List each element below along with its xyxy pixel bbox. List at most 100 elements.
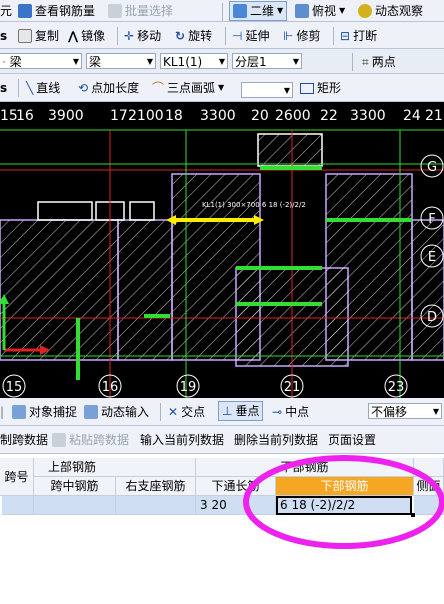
- rectangle-icon: [300, 82, 314, 94]
- row-mid-rebar-cell[interactable]: [34, 496, 116, 515]
- dimension-label: 3300: [200, 108, 236, 124]
- edit-left-edge: s: [0, 29, 8, 43]
- 2d-view-icon: [233, 4, 247, 18]
- top-toolbar: 元 查看钢筋量 批量选择 二维 ▼ 俯视 ▼ 动态观察: [0, 0, 444, 22]
- line-icon: ╲: [26, 81, 34, 95]
- beam-rebar-table: 跨号 上部钢筋 下部钢筋 跨中钢筋 右支座钢筋 下通长筋 下部钢筋 侧面 3 2…: [0, 454, 444, 604]
- column-header-right-support[interactable]: 右支座钢筋: [116, 477, 196, 496]
- axis-label-bottom: 21: [284, 380, 301, 395]
- member-selector-bar: · 梁 ▼ 梁 ▼ KL1(1) ▼ 分层1 ▼ ⌗ 两点: [0, 49, 444, 74]
- point-length-button[interactable]: ⟲ 点加长度: [78, 79, 139, 97]
- draw-left-edge: s: [0, 81, 8, 95]
- view-rebar-button[interactable]: 查看钢筋量: [18, 2, 95, 20]
- move-icon: ✛: [124, 29, 135, 43]
- line-button[interactable]: ╲ 直线: [26, 79, 60, 97]
- row-span-no-cell[interactable]: [0, 496, 34, 515]
- row-bottom-through-cell[interactable]: 3 20: [196, 496, 276, 515]
- mirror-button[interactable]: ⋀ 镜像: [68, 27, 105, 45]
- batch-select-icon: [108, 4, 122, 18]
- axis-label-bottom: 23: [388, 380, 405, 395]
- cad-drawing-canvas[interactable]: 15 16 3900 17 2100 18 3300 20 2600 22 33…: [0, 102, 444, 398]
- axis-label-right: E: [428, 250, 436, 265]
- batch-select-button[interactable]: 批量选择: [108, 2, 173, 20]
- column-header-bottom-rebar[interactable]: 下部钢筋: [276, 477, 414, 496]
- column-header-span-no[interactable]: 跨号: [0, 458, 34, 496]
- dimension-label: 2100: [128, 108, 164, 124]
- row-bottom-rebar-input[interactable]: 6 18 (-2)/2/2: [276, 496, 412, 515]
- copy-span-button[interactable]: 制跨数据: [0, 431, 48, 449]
- grid-toolbar: 制跨数据 粘贴跨数据 输入当前列数据 删除当前列数据 页面设置: [0, 426, 444, 454]
- cube-icon: [295, 4, 309, 18]
- perpendicular-snap[interactable]: ⊥ 垂点: [218, 401, 264, 421]
- draw-toolbar: s ╲ 直线 ⟲ 点加长度 ⌒ 三点画弧 ▼ ▼ 矩形: [0, 74, 444, 102]
- type-select[interactable]: 梁 ▼: [86, 53, 156, 69]
- page-setup-button[interactable]: 页面设置: [328, 431, 376, 449]
- snap-icon: [12, 405, 26, 419]
- beam-block: [117, 219, 173, 361]
- intersection-snap[interactable]: ✕ 交点: [168, 403, 205, 421]
- row-side-rebar-cell[interactable]: [414, 496, 444, 515]
- toolbar-separator: [222, 3, 223, 21]
- cad-drawing[interactable]: 15 16 3900 17 2100 18 3300 20 2600 22 33…: [0, 102, 444, 398]
- layer-select[interactable]: 分层1 ▼: [232, 53, 302, 69]
- mirror-icon: ⋀: [68, 29, 79, 43]
- rotate-button[interactable]: ↻ 旋转: [175, 27, 212, 45]
- input-column-button[interactable]: 输入当前列数据: [140, 431, 224, 449]
- dynamic-observe-button[interactable]: 动态观察: [358, 2, 423, 20]
- axis-label-top: 22: [320, 108, 338, 124]
- trim-button[interactable]: ⊩ 修剪: [283, 27, 320, 45]
- view-top-dropdown[interactable]: 俯视 ▼: [295, 2, 345, 20]
- column-group-side[interactable]: [414, 458, 444, 477]
- midpoint-snap[interactable]: ⊸ 中点: [272, 403, 309, 421]
- point-length-icon: ⟲: [78, 81, 89, 95]
- paste-span-button[interactable]: 粘贴跨数据: [52, 431, 129, 449]
- delete-column-button[interactable]: 删除当前列数据: [234, 431, 318, 449]
- dimension-label: 3300: [350, 108, 386, 124]
- column-group-bottom-rebar[interactable]: 下部钢筋: [196, 458, 414, 477]
- beam-block: [257, 133, 323, 167]
- snap-status-bar: | 对象捕捉 动态输入 ✕ 交点 ⊥ 垂点 ⊸ 中点 不偏移 ▼: [0, 398, 444, 426]
- rebar-view-icon: [18, 4, 32, 18]
- axis-label-bottom: 16: [102, 380, 119, 395]
- axis-label-top: 21: [425, 108, 443, 124]
- offset-select[interactable]: 不偏移 ▼: [368, 403, 442, 419]
- column-header-side-rebar[interactable]: 侧面: [414, 477, 444, 496]
- column-header-mid-rebar[interactable]: 跨中钢筋: [34, 477, 116, 496]
- axis-bubbles-bottom: [2, 374, 408, 398]
- member-select[interactable]: KL1(1) ▼: [160, 53, 228, 69]
- fill-handle[interactable]: [411, 513, 415, 517]
- row-indicator: [0, 496, 2, 515]
- column-group-top-rebar[interactable]: 上部钢筋: [34, 458, 196, 477]
- arc-icon: ⌒: [152, 81, 165, 95]
- two-point-button[interactable]: ⌗ 两点: [362, 53, 396, 71]
- dynamic-input-toggle[interactable]: 动态输入: [84, 403, 149, 421]
- extend-button[interactable]: ⊣ 延伸: [232, 27, 269, 45]
- dimension-label: 3900: [48, 108, 84, 124]
- toolbar-separator: [117, 27, 118, 45]
- beam-block: [411, 219, 444, 361]
- edit-toolbar: s 复制 ⋀ 镜像 ✛ 移动 ↻ 旋转 ⊣ 延伸 ⊩ 修剪 ⊟ 打断: [0, 22, 444, 49]
- rectangle-button[interactable]: 矩形: [300, 79, 341, 97]
- axis-label-bottom: 19: [180, 380, 197, 395]
- trim-icon: ⊩: [283, 29, 294, 43]
- axis-label-top: 16: [16, 108, 34, 124]
- orbit-icon: [358, 4, 372, 18]
- beam-annotation: KL1(1) 300×700 6 18 (-2)/2/2: [202, 201, 306, 209]
- category-select[interactable]: · 梁 ▼: [0, 53, 82, 69]
- toolbar-separator: [225, 27, 226, 45]
- dimension-labels: 15 16 3900 17 2100 18 3300 20 2600 22 33…: [0, 108, 443, 124]
- arc-option-select[interactable]: ▼: [241, 82, 293, 98]
- toolbar-item-yuan[interactable]: 元: [0, 2, 12, 20]
- move-button[interactable]: ✛ 移动: [124, 27, 161, 45]
- toolbar-separator: [18, 79, 19, 97]
- object-snap-toggle[interactable]: 对象捕捉: [12, 403, 77, 421]
- axis-label-right: G: [427, 160, 437, 175]
- paste-icon: [52, 433, 66, 447]
- view-2d-dropdown[interactable]: 二维 ▼: [229, 1, 288, 21]
- axis-label-top: 24: [403, 108, 421, 124]
- break-button[interactable]: ⊟ 打断: [340, 27, 377, 45]
- three-point-arc-button[interactable]: ⌒ 三点画弧 ▼: [152, 79, 224, 97]
- row-right-support-cell[interactable]: [116, 496, 196, 515]
- column-header-bottom-through[interactable]: 下通长筋: [196, 477, 276, 496]
- copy-button[interactable]: 复制: [18, 27, 59, 45]
